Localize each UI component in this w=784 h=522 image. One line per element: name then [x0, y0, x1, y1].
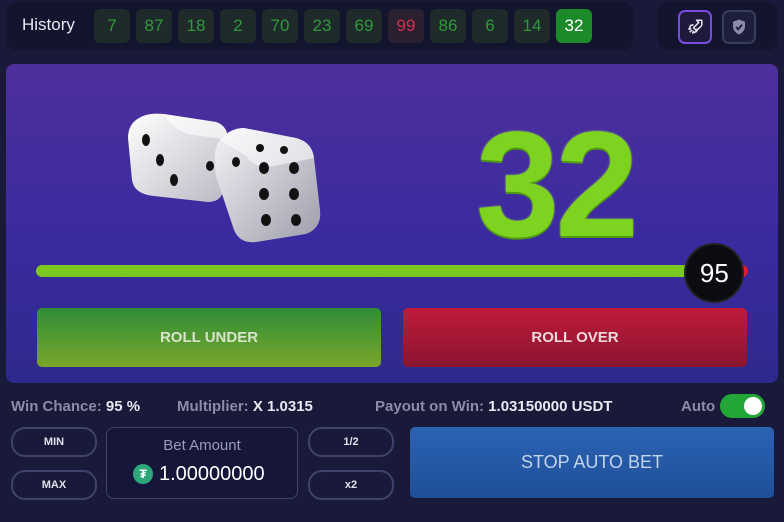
multiplier: Multiplier: X 1.0315: [177, 398, 313, 415]
win-chance-label: Win Chance:: [11, 398, 102, 415]
roll-over-button[interactable]: ROLL OVER: [403, 308, 747, 367]
slider-fill: [36, 265, 713, 277]
rocket-button[interactable]: [678, 10, 712, 44]
history-item: 87: [136, 9, 172, 43]
history-item: 86: [430, 9, 466, 43]
history-item: 7: [94, 9, 130, 43]
payout-label: Payout on Win:: [375, 398, 485, 415]
min-button[interactable]: MIN: [11, 427, 97, 457]
history-item: 99: [388, 9, 424, 43]
history-item: 14: [514, 9, 550, 43]
slider-thumb[interactable]: 95: [684, 243, 745, 303]
top-icon-bar: [658, 2, 778, 50]
shield-button[interactable]: [722, 10, 756, 44]
win-chance-value: 95 %: [105, 398, 141, 415]
history-item: 69: [346, 9, 382, 43]
payout: Payout on Win: 1.03150000 USDT: [375, 398, 612, 415]
roll-under-button[interactable]: ROLL UNDER: [37, 308, 381, 367]
multiplier-label: Multiplier:: [177, 398, 249, 415]
rocket-icon: [688, 19, 703, 34]
tether-icon: ₮: [133, 464, 153, 484]
bet-amount-field[interactable]: Bet Amount ₮ 1.00000000: [106, 427, 298, 499]
toggle-knob: [744, 397, 762, 415]
payout-value: 1.03150000 USDT: [488, 398, 613, 415]
auto-label: Auto: [681, 398, 716, 415]
history-item: 23: [304, 9, 340, 43]
dice-graphic: [124, 110, 334, 250]
half-button[interactable]: 1/2: [308, 427, 394, 457]
roll-slider[interactable]: 95: [36, 243, 748, 303]
game-stage: 32 95 ROLL UNDER ROLL OVER: [6, 64, 778, 383]
bet-amount-value[interactable]: 1.00000000: [159, 463, 265, 486]
stop-auto-bet-button[interactable]: STOP AUTO BET: [410, 427, 774, 498]
history-list: 7 87 18 2 70 23 69 99 86 6 14 32: [94, 9, 592, 43]
dice-icon: [128, 113, 321, 243]
history-item: 6: [472, 9, 508, 43]
history-title: History: [22, 15, 75, 34]
history-bar: History 7 87 18 2 70 23 69 99 86 6 14 32: [6, 2, 633, 50]
auto-toggle[interactable]: [720, 394, 765, 418]
double-button[interactable]: x2: [308, 470, 394, 500]
shield-check-icon: [733, 19, 745, 35]
history-item: 2: [220, 9, 256, 43]
history-item: 70: [262, 9, 298, 43]
roll-result: 32: [476, 100, 639, 268]
bet-amount-label: Bet Amount: [163, 437, 241, 454]
max-button[interactable]: MAX: [11, 470, 97, 500]
win-chance: Win Chance: 95 %: [11, 398, 140, 415]
history-item: 18: [178, 9, 214, 43]
history-item: 32: [556, 9, 592, 43]
multiplier-value: X 1.0315: [252, 398, 313, 415]
